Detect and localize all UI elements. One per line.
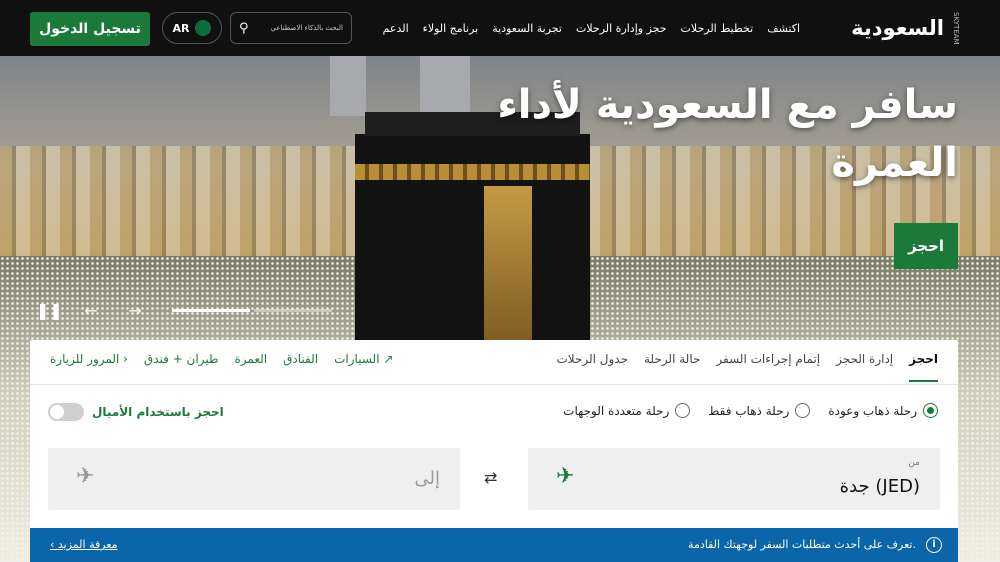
plane-landing-icon: ✈ (76, 464, 95, 489)
nav-support[interactable]: الدعم (383, 22, 409, 35)
nav-book-manage[interactable]: حجز وإدارة الرحلات (576, 22, 667, 35)
info-text: تعرف على أحدث متطلبات السفر لوجهتك القاد… (688, 538, 916, 551)
radio-multi-city[interactable]: رحلة متعددة الوجهات (563, 403, 691, 418)
link-flight-hotel[interactable]: طيران + فندق (144, 352, 219, 366)
from-value[interactable]: جدة (JED) (840, 476, 920, 497)
radio-round-trip[interactable]: رحلة ذهاب وعودة (828, 403, 938, 418)
clock-tower-image (330, 56, 366, 116)
booking-tabs: احجز إدارة الحجز إتمام إجراءات السفر حال… (556, 352, 938, 382)
radio-icon[interactable] (675, 403, 691, 418)
progress-segment-active[interactable] (172, 308, 250, 312)
to-placeholder[interactable]: إلى (415, 468, 441, 489)
nav-experience[interactable]: تجربة السعودية (492, 22, 562, 35)
carousel-controls: ❚❚ ← → (36, 298, 332, 322)
tabs-divider (30, 384, 958, 385)
language-code: AR (172, 21, 190, 35)
miles-label: احجز باستخدام الأميال (92, 405, 224, 419)
swap-icon[interactable]: ⇄ (484, 468, 497, 487)
booking-panel: احجز إدارة الحجز إتمام إجراءات السفر حال… (30, 340, 958, 562)
skyteam-mark: SKYTEAM (952, 11, 960, 45)
trip-type-group: رحلة ذهاب وعودة رحلة ذهاب فقط رحلة متعدد… (563, 403, 938, 418)
nav-trip-planning[interactable]: تخطيط الرحلات (681, 22, 754, 35)
arrow-left-icon[interactable]: ← (80, 301, 102, 320)
link-hotels[interactable]: الفنادق (283, 352, 318, 366)
to-field[interactable]: إلى ✈ (48, 448, 460, 510)
login-button[interactable]: تسجيل الدخول (30, 12, 150, 46)
main-nav: اكتشف تخطيط الرحلات حجز وإدارة الرحلات ت… (383, 0, 800, 56)
flag-icon (195, 20, 212, 36)
nav-loyalty[interactable]: برنامج الولاء (423, 22, 479, 35)
miles-toggle[interactable] (48, 403, 84, 421)
link-cars[interactable]: السيارات ↗ (334, 352, 393, 366)
radio-label: رحلة متعددة الوجهات (563, 403, 670, 418)
tab-flight-schedule[interactable]: جدول الرحلات (556, 352, 628, 382)
radio-label: رحلة ذهاب وعودة (828, 403, 917, 418)
from-label: من (908, 458, 920, 468)
hero-title: سافر مع السعودية لأداء العمرة (497, 82, 958, 186)
tab-book[interactable]: احجز (909, 352, 938, 382)
radio-one-way[interactable]: رحلة ذهاب فقط (708, 403, 811, 418)
carousel-progress (172, 308, 332, 312)
kaaba-door (484, 186, 532, 344)
radio-icon[interactable] (795, 403, 811, 418)
learn-more-link[interactable]: ‹ معرفة المزيد (50, 538, 118, 551)
progress-segment[interactable] (254, 308, 332, 312)
travel-info-bar: i تعرف على أحدث متطلبات السفر لوجهتك الق… (30, 528, 958, 562)
tab-manage-booking[interactable]: إدارة الحجز (836, 352, 893, 382)
tab-flight-status[interactable]: حالة الرحلة (644, 352, 700, 382)
nav-discover[interactable]: اكتشف (767, 22, 800, 35)
search-icon[interactable]: ⚲ (239, 21, 249, 36)
pause-icon[interactable]: ❚❚ (36, 301, 63, 320)
logo-text: السعودية (851, 16, 944, 40)
search-box[interactable]: ⚲ (230, 12, 352, 44)
arrow-right-icon[interactable]: → (124, 301, 146, 320)
link-stopover[interactable]: المرور للزيارة › (50, 352, 128, 366)
saudia-logo[interactable]: السعودية SKYTEAM (851, 8, 960, 48)
miles-toggle-row: احجز باستخدام الأميال (48, 403, 224, 421)
search-input[interactable] (263, 24, 343, 32)
plane-takeoff-icon: ✈ (556, 464, 575, 489)
language-switcher[interactable]: AR (162, 12, 222, 44)
radio-label: رحلة ذهاب فقط (708, 403, 790, 418)
booking-links: المرور للزيارة › طيران + فندق العمرة الف… (50, 352, 393, 366)
tab-check-in[interactable]: إتمام إجراءات السفر (716, 352, 820, 382)
radio-selected-icon[interactable] (923, 403, 938, 418)
link-umrah[interactable]: العمرة (235, 352, 268, 366)
from-field[interactable]: من جدة (JED) ✈ (528, 448, 940, 510)
info-icon: i (926, 537, 942, 553)
hero-book-button[interactable]: احجز (894, 223, 958, 269)
top-navigation: السعودية SKYTEAM اكتشف تخطيط الرحلات حجز… (0, 0, 1000, 56)
